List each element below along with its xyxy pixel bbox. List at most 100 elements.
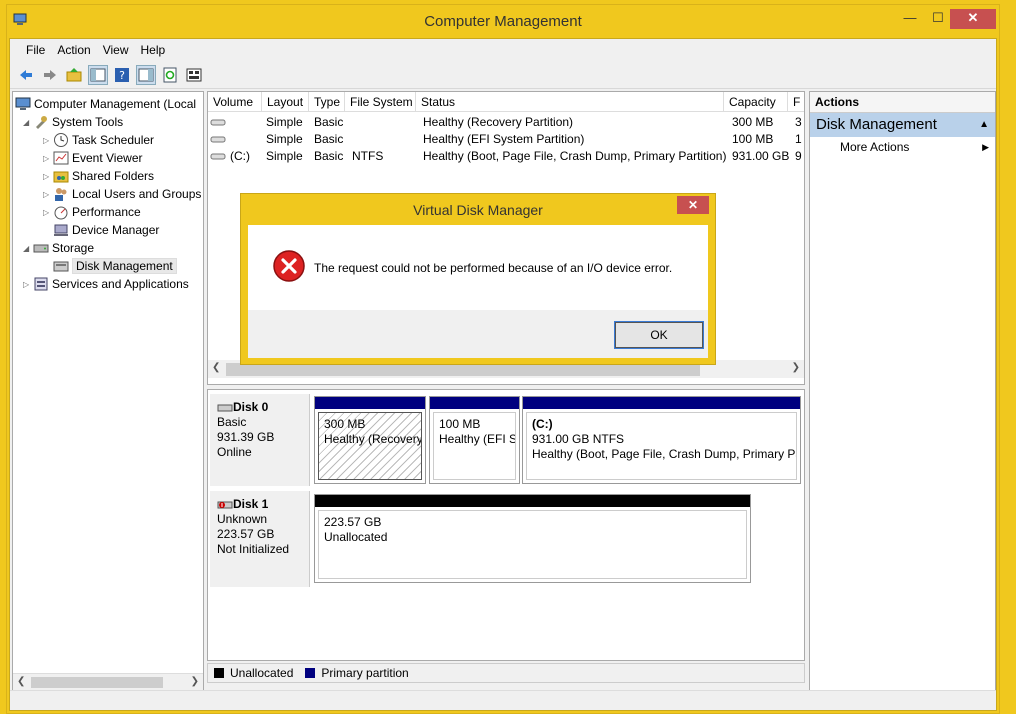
tree-item-performance[interactable]: ▷ Performance [43,203,141,221]
partition-info: (C:) 931.00 GB NTFS Healthy (Boot, Page … [526,412,797,480]
column-header-free-space[interactable]: F [788,92,804,112]
action-more-actions[interactable]: More Actions ▶ [810,137,995,157]
title-bar: Computer Management — ☐ ✕ [7,5,999,38]
tree-item-storage[interactable]: ◢ Storage [23,239,94,257]
tree-label-event-viewer: Event Viewer [72,151,143,165]
cell-type: Basic [314,115,344,129]
column-header-file-system[interactable]: File System [345,92,416,112]
menu-action[interactable]: Action [51,43,96,57]
computer-management-icon [15,97,31,110]
menu-help[interactable]: Help [135,43,172,57]
ok-button[interactable]: OK [614,321,704,349]
partition-bar [430,397,519,409]
cell-capacity: 100 MB [732,132,774,146]
disk-name: Disk 1 [233,497,269,511]
cell-free-space: 9 [795,149,802,163]
collapse-arrow-icon[interactable]: ▲ [979,113,989,137]
dialog-close-button[interactable]: ✕ [677,196,709,214]
tree-item-services[interactable]: ▷ Services and Applications [23,275,189,293]
collapsed-arrow-icon[interactable]: ▷ [43,136,53,145]
partition-unallocated[interactable]: 223.57 GB Unallocated [314,494,751,583]
partition-size: 300 MB [324,417,366,431]
cell-status: Healthy (EFI System Partition) [423,132,585,146]
tree-item-root[interactable]: Computer Management (Local [15,95,196,113]
tree-item-task-scheduler[interactable]: ▷ Task Scheduler [43,131,154,149]
scroll-right-icon[interactable]: ❯ [792,362,800,373]
collapsed-arrow-icon[interactable]: ▷ [43,154,53,163]
tree-item-disk-management[interactable]: Disk Management [53,257,177,275]
tree-label-storage: Storage [52,241,95,255]
navigation-tree: Computer Management (Local ◢ System Tool… [12,91,204,691]
collapsed-arrow-icon[interactable]: ▷ [23,280,33,289]
scroll-thumb[interactable] [31,677,163,688]
disk-size: 223.57 GB [217,527,275,541]
column-header-status[interactable]: Status [416,92,724,112]
table-row[interactable]: Simple Basic Healthy (Recovery Partition… [208,114,804,131]
scroll-left-icon[interactable]: ❮ [17,676,25,687]
tree-item-shared-folders[interactable]: ▷ Shared Folders [43,167,154,185]
expanded-arrow-icon[interactable]: ◢ [23,244,33,253]
up-folder-icon[interactable] [64,65,84,85]
close-button[interactable]: ✕ [950,9,996,29]
actions-section-disk-management[interactable]: Disk Management ▲ [810,113,995,137]
legend: Unallocated Primary partition [207,663,805,683]
disk-size: 931.39 GB [217,430,275,444]
tree-item-local-users[interactable]: ▷ Local Users and Groups [43,185,201,203]
cell-file-system: NTFS [352,149,384,163]
help-icon[interactable]: ? [112,65,132,85]
partition-size: 223.57 GB [324,515,382,529]
performance-icon [54,206,68,220]
disk-0-label[interactable]: Disk 0 Basic 931.39 GB Online [210,394,310,486]
forward-icon[interactable] [40,65,60,85]
client-area: File Action View Help ? Computer Managem… [9,38,997,711]
table-row[interactable]: Simple Basic Healthy (EFI System Partiti… [208,131,804,148]
tree-item-device-manager[interactable]: Device Manager [53,221,159,239]
partition-c-drive[interactable]: (C:) 931.00 GB NTFS Healthy (Boot, Page … [522,396,801,484]
back-icon[interactable] [16,65,36,85]
tools-icon [36,116,47,129]
refresh-icon[interactable] [160,65,180,85]
rescan-disks-icon[interactable] [184,65,204,85]
scroll-right-icon[interactable]: ❯ [191,676,199,687]
legend-label-primary: Primary partition [321,666,409,680]
partition-info: 300 MB Healthy (Recovery [318,412,422,480]
partition-recovery[interactable]: 300 MB Healthy (Recovery [314,396,426,484]
partition-status: Healthy (Boot, Page File, Crash Dump, Pr… [532,447,797,461]
tree-label-device-manager: Device Manager [72,223,160,237]
column-header-layout[interactable]: Layout [262,92,309,112]
minimize-button[interactable]: — [897,9,923,29]
cell-status: Healthy (Recovery Partition) [423,115,574,129]
disk-icon [217,404,233,411]
menu-file[interactable]: File [20,43,51,57]
column-header-volume[interactable]: Volume [208,92,262,112]
partition-bar [315,397,425,409]
tree-horizontal-scrollbar[interactable]: ❮ ❯ [13,673,203,690]
dialog-message: The request could not be performed becau… [314,261,673,275]
column-header-capacity[interactable]: Capacity [724,92,788,112]
collapsed-arrow-icon[interactable]: ▷ [43,208,53,217]
partition-status: Healthy (Recovery [324,432,422,446]
collapsed-arrow-icon[interactable]: ▷ [43,172,53,181]
cell-type: Basic [314,149,344,163]
dialog-footer: OK [248,310,708,358]
menu-view[interactable]: View [97,43,135,57]
scroll-left-icon[interactable]: ❮ [212,362,220,373]
expanded-arrow-icon[interactable]: ◢ [23,118,33,127]
services-icon [34,277,48,291]
svg-text:?: ? [119,69,125,82]
tree-item-event-viewer[interactable]: ▷ Event Viewer [43,149,142,167]
collapsed-arrow-icon[interactable]: ▷ [43,190,53,199]
table-row[interactable]: (C:) Simple Basic NTFS Healthy (Boot, Pa… [208,148,804,165]
column-header-type[interactable]: Type [309,92,345,112]
properties-icon[interactable] [136,64,156,85]
volume-drive-icon [210,153,226,160]
tree-label-task-scheduler: Task Scheduler [72,133,155,147]
maximize-button[interactable]: ☐ [925,9,951,29]
partition-efi[interactable]: 100 MB Healthy (EFI Sy [429,396,520,484]
disk-1-label[interactable]: Disk 1 Unknown 223.57 GB Not Initialized [210,491,310,587]
tree-item-system-tools[interactable]: ◢ System Tools [23,113,123,131]
cell-layout: Simple [266,132,303,146]
disk-error-icon [217,501,233,508]
show-hide-tree-icon[interactable] [88,64,108,85]
disk-type: Basic [217,415,247,429]
